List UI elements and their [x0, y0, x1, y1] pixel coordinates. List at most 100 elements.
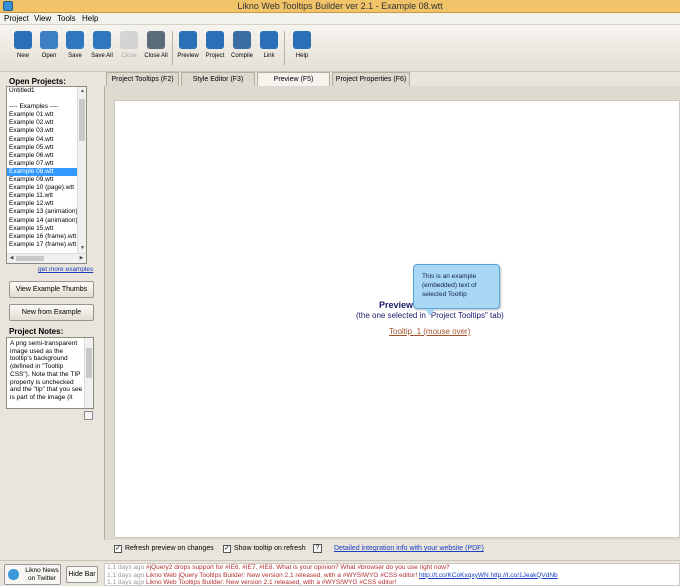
- project-list-item[interactable]: Example 10 (page).wtt: [7, 184, 77, 192]
- news-time: 1.1 days ago: [107, 564, 145, 571]
- project-list-item[interactable]: Example 15.wtt: [7, 225, 77, 233]
- close-button[interactable]: Close: [116, 29, 142, 69]
- preview-button[interactable]: Preview: [175, 29, 201, 69]
- scroll-left-icon[interactable]: ◀: [7, 254, 16, 263]
- project-button-label: Project: [205, 53, 225, 59]
- scroll-thumb[interactable]: [16, 256, 44, 261]
- project-button[interactable]: Project: [202, 29, 228, 69]
- project-list-item[interactable]: [7, 95, 77, 103]
- new-button-label: New: [16, 53, 29, 59]
- compile-gear-icon: [233, 31, 251, 49]
- project-list-item[interactable]: Example 13 (animation).wtt: [7, 208, 77, 216]
- toolbar-separator: [172, 31, 173, 65]
- refresh-preview-checkbox[interactable]: ✓: [114, 545, 122, 553]
- save-icon: [66, 31, 84, 49]
- tooltip-bubble: This is an example (embedded) text of se…: [413, 264, 500, 316]
- project-list-item[interactable]: Example 07.wtt: [7, 160, 77, 168]
- project-settings-icon: [206, 31, 224, 49]
- close-icon: [120, 31, 138, 49]
- news-text: #jQuery2 drops support for #IE6, #IE7, #…: [146, 564, 450, 571]
- news-item[interactable]: 1.1 days ago Likno Web Tooltips Builder:…: [105, 579, 679, 586]
- save-button-label: Save: [68, 53, 82, 59]
- twitter-news-button[interactable]: Likno News on Twitter: [4, 564, 61, 585]
- project-list[interactable]: Untitled1 ---- Examples ---- Example 01.wt…: [6, 86, 87, 264]
- tab-project-properties[interactable]: Project Properties (F6): [332, 72, 410, 86]
- compile-button[interactable]: Compile: [229, 29, 255, 69]
- tab-preview[interactable]: Preview (F5): [257, 72, 330, 87]
- tab-bar: Project Tooltips (F2) Style Editor (F3) …: [100, 72, 680, 87]
- help-button[interactable]: Help: [289, 29, 315, 69]
- save-all-button-label: Save All: [91, 53, 113, 59]
- link-globe-icon: [260, 31, 278, 49]
- scroll-down-icon[interactable]: ▼: [78, 244, 86, 253]
- help-icon: [293, 31, 311, 49]
- news-link[interactable]: http://t.co/KCoKxqxyWN http://t.co/1Jeak…: [419, 572, 558, 579]
- menu-help[interactable]: Help: [82, 14, 98, 23]
- link-button-label: Link: [263, 53, 275, 59]
- preview-icon: [179, 31, 197, 49]
- project-list-hscrollbar[interactable]: ◀ ▶: [7, 253, 86, 263]
- help-question-icon[interactable]: ?: [313, 544, 322, 553]
- integration-info-link[interactable]: Detailed integration info with your webs…: [334, 545, 484, 552]
- project-notes-box[interactable]: A png semi-transparent image used as the…: [6, 337, 94, 409]
- menu-bar: Project View Tools Help: [0, 13, 680, 25]
- project-list-item[interactable]: Example 09.wtt: [7, 176, 77, 184]
- tab-project-tooltips[interactable]: Project Tooltips (F2): [106, 72, 179, 86]
- menu-project[interactable]: Project: [4, 14, 29, 23]
- project-list-item[interactable]: Example 03.wtt: [7, 127, 77, 135]
- scroll-up-icon[interactable]: ▲: [78, 87, 86, 96]
- project-list-item[interactable]: Example 16 (frame).wtt: [7, 233, 77, 241]
- notes-expand-icon[interactable]: [84, 411, 93, 420]
- toolbar: New Open Save Save All Close Close All P…: [0, 25, 680, 72]
- menu-tools[interactable]: Tools: [57, 14, 76, 23]
- scroll-right-icon[interactable]: ▶: [77, 254, 86, 263]
- news-text: Likno Web jQuery Tooltips Builder: New v…: [146, 571, 418, 579]
- news-text: Likno Web Tooltips Builder: New version …: [146, 579, 397, 586]
- project-list-item[interactable]: Example 12.wtt: [7, 200, 77, 208]
- project-list-item[interactable]: Example 08.wtt: [7, 167, 77, 177]
- menu-view[interactable]: View: [34, 14, 51, 23]
- get-more-examples-link[interactable]: get more examples: [38, 266, 93, 273]
- close-all-button-label: Close All: [144, 53, 168, 59]
- project-list-item[interactable]: Untitled1: [7, 87, 77, 95]
- tooltip-trigger-link[interactable]: Tooltip_1 (mouse over): [389, 327, 470, 336]
- project-list-item[interactable]: ---- Examples ----: [7, 103, 77, 111]
- project-list-item[interactable]: Example 11.wtt: [7, 192, 77, 200]
- tab-style-editor[interactable]: Style Editor (F3): [181, 72, 255, 86]
- project-items: Untitled1 ---- Examples ---- Example 01.wt…: [7, 87, 86, 249]
- project-notes-label: Project Notes:: [9, 327, 64, 336]
- show-tooltip-checkbox[interactable]: ✓: [223, 545, 231, 553]
- new-button[interactable]: New: [10, 29, 36, 69]
- project-list-item[interactable]: Example 06.wtt: [7, 152, 77, 160]
- project-list-item[interactable]: Example 04.wtt: [7, 136, 77, 144]
- close-all-button[interactable]: Close All: [143, 29, 169, 69]
- project-list-vscrollbar[interactable]: ▲ ▼: [77, 87, 86, 253]
- window-title: Likno Web Tooltips Builder ver 2.1 - Exa…: [237, 1, 443, 11]
- hide-bar-button[interactable]: Hide Bar: [66, 566, 98, 583]
- save-button[interactable]: Save: [62, 29, 88, 69]
- help-button-label: Help: [295, 53, 309, 59]
- project-list-item[interactable]: Example 05.wtt: [7, 144, 77, 152]
- project-list-item[interactable]: Example 01.wtt: [7, 111, 77, 119]
- news-item[interactable]: 1.1 days ago #jQuery2 drops support for …: [105, 564, 679, 572]
- news-item[interactable]: 1.1 days ago Likno Web jQuery Tooltips B…: [105, 572, 679, 580]
- project-list-item[interactable]: Example 14 (animation).wtt: [7, 217, 77, 225]
- scroll-thumb[interactable]: [79, 99, 85, 141]
- notes-vscrollbar[interactable]: [84, 338, 93, 408]
- news-time: 1.1 days ago: [107, 571, 145, 579]
- compile-button-label: Compile: [230, 53, 253, 59]
- news-list[interactable]: 1.1 days ago #jQuery2 drops support for …: [104, 563, 680, 586]
- save-all-button[interactable]: Save All: [89, 29, 115, 69]
- scroll-thumb[interactable]: [86, 348, 92, 378]
- new-from-example-button[interactable]: New from Example: [9, 304, 94, 321]
- close-button-label: Close: [121, 53, 137, 59]
- link-button[interactable]: Link: [256, 29, 282, 69]
- project-list-item[interactable]: Example 02.wtt: [7, 119, 77, 127]
- save-all-icon: [93, 31, 111, 49]
- view-example-thumbs-button[interactable]: View Example Thumbs: [9, 281, 94, 298]
- news-bar: Likno News on Twitter Hide Bar 1.1 days …: [0, 560, 680, 586]
- open-button[interactable]: Open: [36, 29, 62, 69]
- project-list-item[interactable]: Example 17 (frame).wtt: [7, 241, 77, 249]
- refresh-preview-label: Refresh preview on changes: [125, 545, 214, 552]
- twitter-bird-icon: [8, 569, 19, 580]
